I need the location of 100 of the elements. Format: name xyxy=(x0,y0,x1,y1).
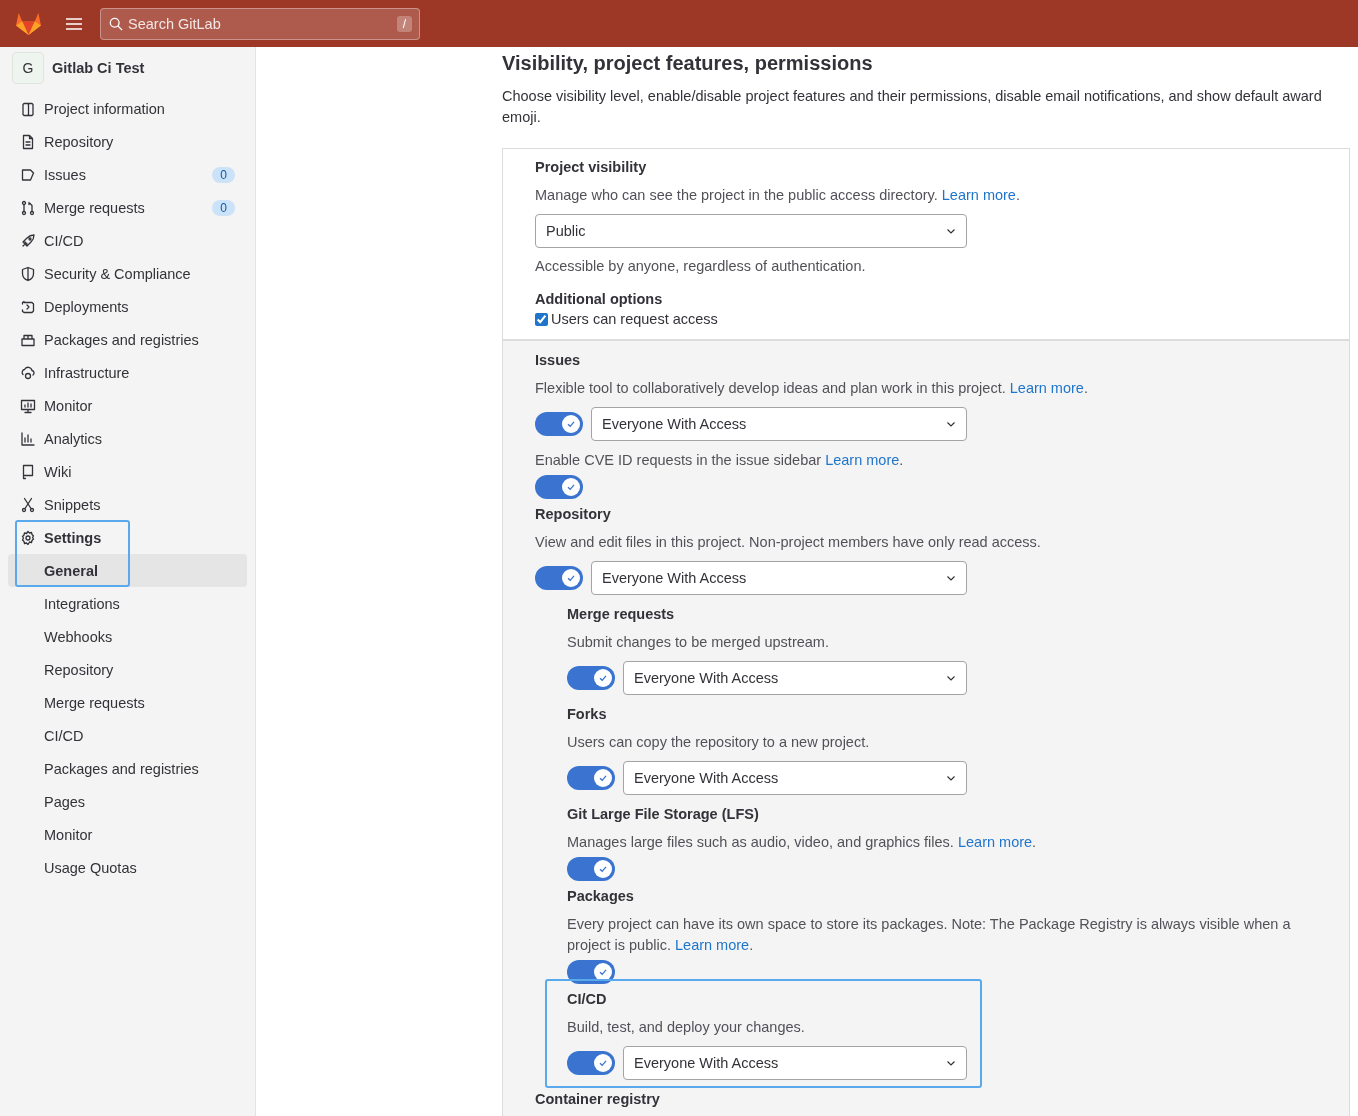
section-title: Project visibility xyxy=(535,158,648,177)
feature-description: Every project can have its own space to store its packages. Note: The Package Registry is always visible when a project is public. Learn more. xyxy=(567,915,1292,955)
sidebar-item[interactable]: Merge requests xyxy=(8,686,247,719)
search-placeholder: Search GitLab xyxy=(128,15,222,32)
search-field[interactable]: Search GitLab / xyxy=(100,7,420,40)
deploy-icon xyxy=(20,298,36,315)
bar-chart-icon xyxy=(20,430,36,447)
feature-description: Users can copy the repository to a new project. xyxy=(567,733,871,752)
sidebar-item[interactable]: Repository xyxy=(8,653,247,686)
dropdown-select[interactable]: Everyone With Access xyxy=(591,407,967,441)
sidebar-item[interactable]: Usage Quotas xyxy=(8,851,247,884)
sidebar-item[interactable]: Project information xyxy=(8,92,247,125)
sidebar-item[interactable]: Snippets xyxy=(8,488,247,521)
feature-title: CI/CD xyxy=(567,990,608,1009)
toggle-switch[interactable] xyxy=(567,766,615,790)
merge-request-icon xyxy=(20,199,36,216)
sidebar-item[interactable]: Deployments xyxy=(8,290,247,323)
toggle-switch[interactable] xyxy=(567,666,615,690)
cloud-gear-icon xyxy=(20,364,36,381)
learn-more-link[interactable]: Learn more xyxy=(941,187,1016,203)
checkbox-option[interactable]: Users can request access xyxy=(535,311,1317,327)
sidebar-item[interactable]: Packages and registries xyxy=(8,752,247,785)
settings-icon xyxy=(20,529,36,546)
sidebar-item[interactable]: Analytics xyxy=(8,422,247,455)
rocket-icon xyxy=(20,232,36,249)
toggle-switch[interactable] xyxy=(535,412,583,436)
toggle-switch[interactable] xyxy=(567,857,615,881)
feature-description: Manages large files such as audio, video, and graphics files. Learn more. xyxy=(567,833,1038,852)
book-icon xyxy=(20,463,36,480)
feature-description: View and edit files in this project. Non-project members have only read access. xyxy=(535,533,1042,552)
search-icon xyxy=(109,16,123,31)
sidebar-item[interactable]: Monitor xyxy=(8,389,247,422)
check-icon xyxy=(598,864,608,874)
chevron-down-icon xyxy=(946,573,956,583)
check-icon xyxy=(598,967,608,977)
chevron-down-icon xyxy=(946,419,956,429)
check-icon xyxy=(598,673,608,683)
dropdown-select[interactable]: Everyone With Access xyxy=(623,661,967,695)
toggle-switch[interactable] xyxy=(535,566,583,590)
dropdown-select[interactable]: Public xyxy=(535,214,967,248)
sidebar-item[interactable]: Infrastructure xyxy=(8,356,247,389)
book-icon xyxy=(20,100,36,117)
sidebar-item[interactable]: CI/CD xyxy=(8,719,247,752)
learn-more-link[interactable]: Learn more xyxy=(675,937,750,953)
count-badge: 0 xyxy=(212,166,235,183)
feature-title: Merge requests xyxy=(567,605,676,624)
learn-more-link[interactable]: Learn more xyxy=(825,452,900,468)
feature-description: Manage who can see the project in the public access directory. Learn more. xyxy=(535,186,1021,205)
sidebar-item[interactable]: Wiki xyxy=(8,455,247,488)
sidebar-item[interactable]: Integrations xyxy=(8,587,247,620)
checkbox[interactable] xyxy=(535,312,548,326)
page-description: Choose visibility level, enable/disable project features and their permissions, disable email notifications, and show default award emoji. xyxy=(502,87,1323,127)
issue-icon xyxy=(20,166,36,183)
check-icon xyxy=(598,1058,608,1068)
project-name[interactable]: Gitlab Ci Test xyxy=(52,60,145,76)
toggle-switch[interactable] xyxy=(567,1051,615,1075)
feature-title: Issues xyxy=(535,351,582,370)
sidebar-item[interactable]: Settings xyxy=(8,521,247,554)
sidebar-item[interactable]: Merge requests 0 xyxy=(8,191,247,224)
check-icon xyxy=(598,773,608,783)
sidebar-item[interactable]: Monitor xyxy=(8,818,247,851)
learn-more-link[interactable]: Learn more xyxy=(957,834,1033,850)
sidebar-item[interactable]: General xyxy=(8,554,247,587)
document-icon xyxy=(20,133,36,150)
sidebar-item[interactable]: Repository xyxy=(8,125,247,158)
menu-icon[interactable] xyxy=(66,17,82,30)
chevron-down-icon xyxy=(946,773,956,783)
feature-title: Git Large File Storage (LFS) xyxy=(567,805,760,824)
sidebar-item[interactable]: Webhooks xyxy=(8,620,247,653)
dropdown-select[interactable]: Everyone With Access xyxy=(623,1046,967,1080)
sidebar-item[interactable]: Pages xyxy=(8,785,247,818)
feature-title: Container registry xyxy=(535,1090,661,1109)
help-text: Accessible by anyone, regardless of authentication. xyxy=(535,257,867,276)
sidebar-item[interactable]: Issues 0 xyxy=(8,158,247,191)
chevron-down-icon xyxy=(946,1058,956,1068)
project-avatar[interactable]: G xyxy=(12,52,44,84)
scissors-icon xyxy=(20,496,36,513)
section-title: Additional options xyxy=(535,290,664,309)
feature-title: Repository xyxy=(535,505,612,524)
check-icon xyxy=(566,573,576,583)
page-title: Visibility, project features, permissions xyxy=(502,51,874,75)
check-icon xyxy=(566,419,576,429)
sidebar-item[interactable]: Security & Compliance xyxy=(8,257,247,290)
feature-description: Build, test, and deploy your changes. xyxy=(567,1018,806,1037)
feature-description: Submit changes to be merged upstream. xyxy=(567,633,830,652)
fox-logo-icon[interactable] xyxy=(15,11,42,36)
dropdown-select[interactable]: Everyone With Access xyxy=(623,761,967,795)
toggle-switch[interactable] xyxy=(567,960,615,984)
feature-title: Packages xyxy=(567,887,635,906)
learn-more-link[interactable]: Learn more xyxy=(1009,380,1084,396)
feature-description: Flexible tool to collaboratively develop ideas and plan work in this project. Learn more. xyxy=(535,379,1089,398)
chevron-down-icon xyxy=(946,226,956,236)
sidebar-item[interactable]: CI/CD xyxy=(8,224,247,257)
sidebar-item[interactable]: Packages and registries xyxy=(8,323,247,356)
feature-title: Forks xyxy=(567,705,608,724)
dropdown-select[interactable]: Everyone With Access xyxy=(591,561,967,595)
check-icon xyxy=(566,482,576,492)
toggle-switch[interactable] xyxy=(535,475,583,499)
feature-description: Enable CVE ID requests in the issue sidebar Learn more. xyxy=(535,451,905,470)
keyboard-shortcut-hint: / xyxy=(396,15,412,32)
